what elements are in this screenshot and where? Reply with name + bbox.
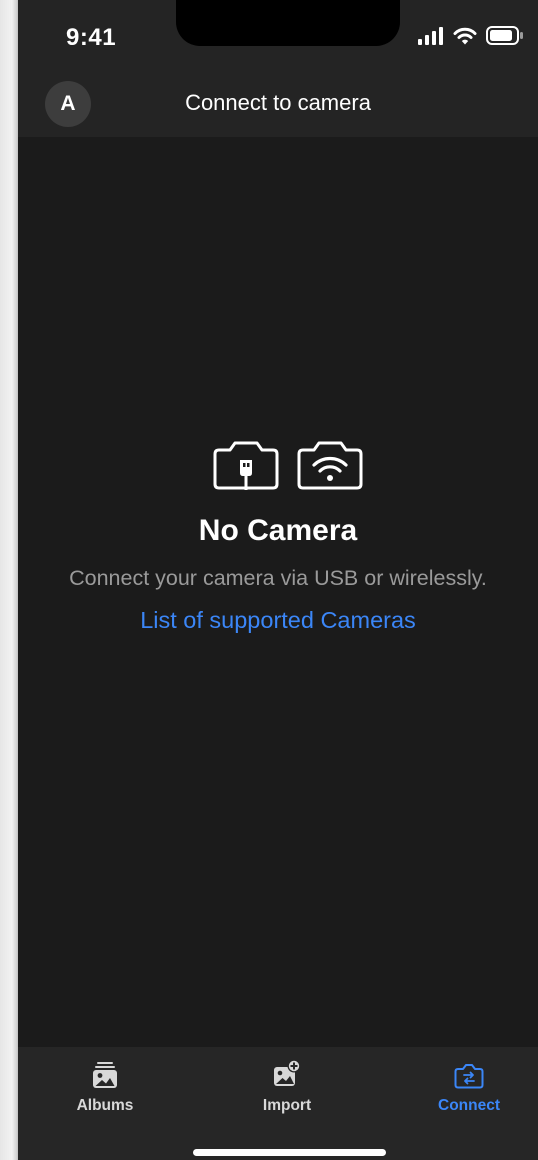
empty-state-title: No Camera	[198, 514, 358, 547]
empty-state-icons	[212, 440, 364, 495]
connect-camera-icon	[454, 1055, 484, 1089]
tab-albums[interactable]: Albums	[35, 1055, 175, 1121]
supported-cameras-link[interactable]: List of supported Cameras	[18, 607, 538, 634]
tab-import[interactable]: Import	[217, 1055, 357, 1121]
status-bar: 9:41	[18, 0, 538, 75]
tab-connect[interactable]: Connect	[399, 1055, 538, 1121]
device-bezel	[0, 0, 18, 1160]
navigation-bar: A Connect to camera	[18, 75, 538, 137]
battery-icon	[486, 26, 524, 50]
wifi-icon	[453, 27, 477, 50]
tab-import-label: Import	[262, 1097, 312, 1114]
app-screen: 9:41 A Connect to camera No Camera Conne…	[18, 0, 538, 1160]
empty-state-description: Connect your camera via USB or wirelessl…	[69, 566, 487, 590]
import-photo-icon	[273, 1055, 301, 1089]
status-icons	[418, 26, 524, 50]
home-indicator[interactable]	[193, 1149, 386, 1156]
camera-wifi-icon	[296, 440, 364, 495]
status-time: 9:41	[66, 24, 117, 51]
tab-albums-label: Albums	[76, 1097, 134, 1114]
albums-icon	[91, 1055, 119, 1089]
tab-bar: Albums Import Connect	[18, 1047, 538, 1160]
page-title: Connect to camera	[185, 90, 371, 115]
cellular-signal-icon	[418, 26, 444, 50]
camera-usb-icon	[212, 440, 280, 495]
device-notch	[176, 0, 400, 46]
tab-connect-label: Connect	[438, 1097, 500, 1114]
